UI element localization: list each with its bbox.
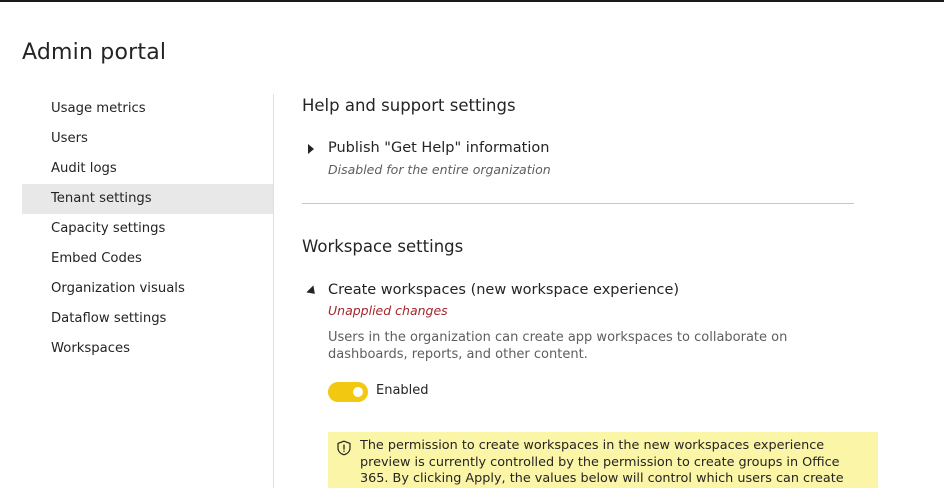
admin-sidebar: Usage metrics Users Audit logs Tenant se… [22,94,273,364]
sidebar-item-organization-visuals[interactable]: Organization visuals [22,274,273,304]
sidebar-divider [273,94,274,488]
caret-right-icon[interactable] [306,143,318,155]
sidebar-item-users[interactable]: Users [22,124,273,154]
workspace-section-title: Workspace settings [302,237,464,256]
sidebar-item-usage-metrics[interactable]: Usage metrics [22,94,273,124]
section-divider [302,203,854,204]
sidebar-item-tenant-settings[interactable]: Tenant settings [22,184,273,214]
publish-get-help-title[interactable]: Publish "Get Help" information [328,140,549,156]
create-workspaces-description: Users in the organization can create app… [328,330,788,362]
sidebar-item-embed-codes[interactable]: Embed Codes [22,244,273,274]
caret-down-icon[interactable] [306,285,318,297]
shield-warning-icon [336,440,352,456]
unapplied-changes-label: Unapplied changes [328,303,448,318]
publish-get-help-status: Disabled for the entire organization [328,162,551,177]
permission-warning: The permission to create workspaces in t… [328,432,878,488]
toggle-knob [353,387,363,397]
top-border [0,0,944,2]
warning-text: The permission to create workspaces in t… [360,438,844,488]
sidebar-item-dataflow-settings[interactable]: Dataflow settings [22,304,273,334]
create-workspaces-title[interactable]: Create workspaces (new workspace experie… [328,282,679,298]
toggle-label: Enabled [376,383,429,398]
enabled-toggle[interactable] [328,382,368,402]
page-title: Admin portal [22,40,167,65]
sidebar-item-workspaces[interactable]: Workspaces [22,334,273,364]
sidebar-item-capacity-settings[interactable]: Capacity settings [22,214,273,244]
help-section-title: Help and support settings [302,96,516,115]
sidebar-item-audit-logs[interactable]: Audit logs [22,154,273,184]
